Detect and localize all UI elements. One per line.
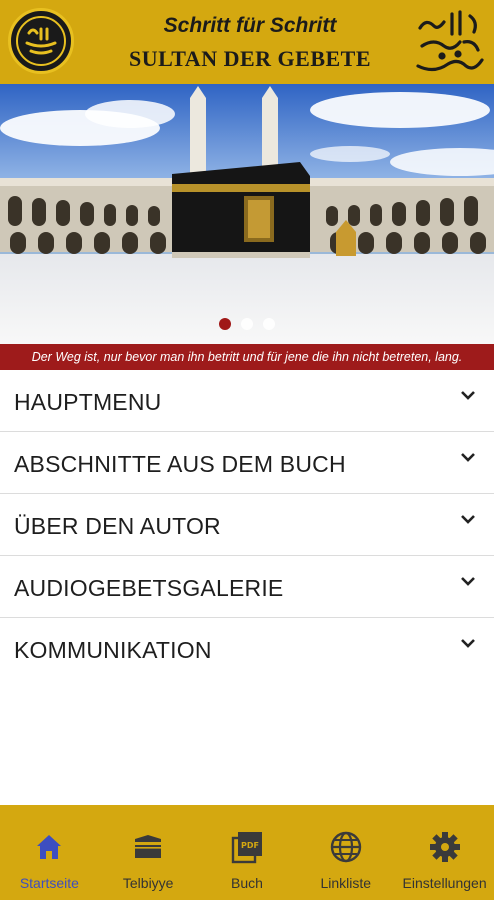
menu-item-audiogalerie[interactable]: AUDIOGEBETSGALERIE	[0, 556, 494, 618]
quote-banner: Der Weg ist, nur bevor man ihn betritt u…	[0, 344, 494, 370]
svg-text:PDF: PDF	[241, 841, 259, 850]
home-icon	[37, 835, 62, 859]
menu-item-autor[interactable]: ÜBER DEN AUTOR	[0, 494, 494, 556]
carousel-dot[interactable]	[263, 318, 275, 330]
nav-item-linkliste[interactable]: Linkliste	[296, 805, 395, 900]
carousel-indicators	[0, 318, 494, 330]
app-header: Schritt für Schritt SULTAN DER GEBETE	[0, 0, 494, 84]
kaaba-photo	[0, 84, 494, 344]
carousel-dot[interactable]	[219, 318, 231, 330]
menu-item-label: KOMMUNIKATION	[14, 637, 212, 663]
kaaba-icon	[135, 835, 162, 858]
menu-item-label: AUDIOGEBETSGALERIE	[14, 575, 284, 601]
globe-icon	[330, 831, 361, 863]
nav-item-buch[interactable]: PDF Buch	[198, 805, 297, 900]
menu-item-hauptmenu[interactable]: HAUPTMENU	[0, 370, 494, 432]
nav-item-telbiyye[interactable]: Telbiyye	[99, 805, 198, 900]
nav-item-label: Telbiyye	[122, 875, 174, 891]
chevron-down-icon	[461, 577, 475, 586]
carousel-dot[interactable]	[241, 318, 253, 330]
menu-item-kommunikation[interactable]: KOMMUNIKATION	[0, 618, 494, 680]
nav-item-startseite[interactable]: Startseite	[0, 805, 99, 900]
pdf-icon: PDF	[231, 832, 262, 864]
nav-item-label: Linkliste	[320, 875, 372, 891]
nav-item-label: Einstellungen	[402, 875, 487, 891]
calligraphy-logo	[416, 10, 484, 72]
chevron-down-icon	[461, 453, 475, 462]
accordion-menu: HAUPTMENU ABSCHNITTE AUS DEM BUCH ÜBER D…	[0, 370, 494, 680]
nav-item-einstellungen[interactable]: Einstellungen	[395, 805, 494, 900]
bottom-navigation: Startseite Telbiyye PDF Buch Linkliste E…	[0, 805, 494, 900]
menu-item-label: ABSCHNITTE AUS DEM BUCH	[14, 451, 346, 477]
seal-logo	[8, 8, 74, 74]
menu-item-label: HAUPTMENU	[14, 389, 162, 415]
image-carousel[interactable]	[0, 84, 494, 344]
chevron-down-icon	[461, 515, 475, 524]
gear-icon	[429, 832, 460, 862]
nav-item-label: Startseite	[19, 875, 79, 891]
menu-item-label: ÜBER DEN AUTOR	[14, 513, 221, 539]
app-subtitle: Schritt für Schritt	[163, 14, 337, 37]
app-title: SULTAN DER GEBETE	[128, 46, 372, 71]
chevron-down-icon	[461, 391, 475, 400]
chevron-down-icon	[461, 639, 475, 648]
menu-item-abschnitte[interactable]: ABSCHNITTE AUS DEM BUCH	[0, 432, 494, 494]
nav-item-label: Buch	[231, 875, 263, 891]
